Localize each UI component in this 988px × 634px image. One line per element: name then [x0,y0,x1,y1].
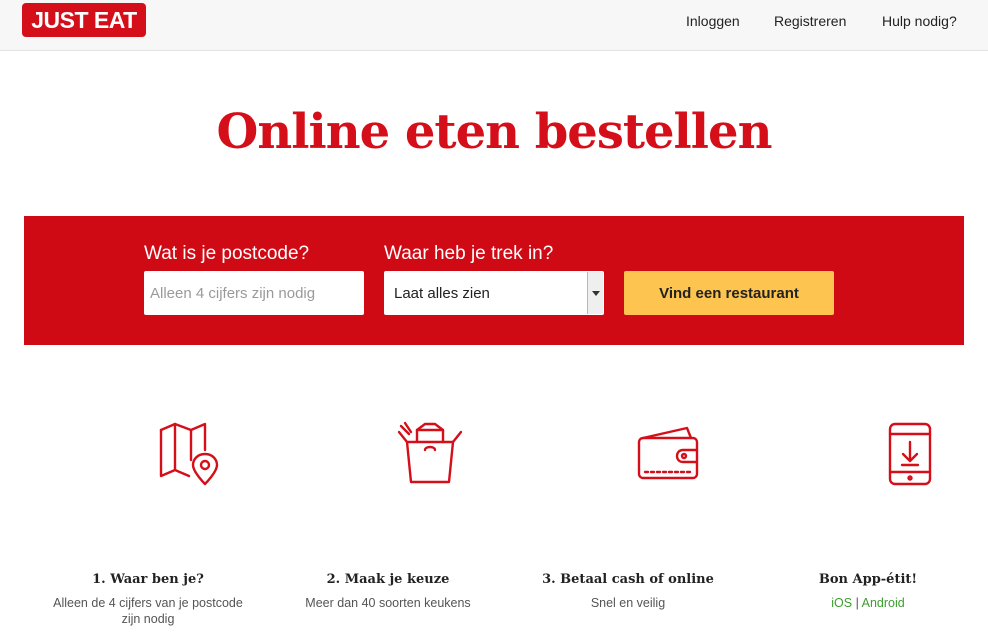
wallet-icon [580,420,760,486]
takeout-box-icon [340,420,520,486]
step-3-description: Snel en veilig [590,596,666,610]
top-header: JUST EAT Inloggen Registreren Hulp nodig… [0,0,988,51]
ios-link[interactable]: iOS [831,596,852,610]
step-3-title: 3. Betaal cash of online [542,572,714,587]
cuisine-label: Waar heb je trek in? [384,243,554,264]
dropdown-arrow-button[interactable] [587,272,603,314]
chevron-down-icon [592,291,600,296]
app-links: iOS | Android [768,595,968,611]
phone-download-icon [820,420,988,486]
register-link[interactable]: Registreren [774,13,846,29]
step-2-description: Meer dan 40 soorten keukens [305,596,471,610]
just-eat-logo[interactable]: JUST EAT [22,3,146,37]
step-1-description: Alleen de 4 cijfers van je postcode zijn… [53,596,243,626]
step-1-title: 1. Waar ben je? [92,572,204,587]
cuisine-selected-value: Laat alles zien [394,285,490,302]
step-2-title: 2. Maak je keuze [326,572,450,587]
find-restaurant-button[interactable]: Vind een restaurant [624,271,834,315]
link-separator: | [855,596,859,610]
android-link[interactable]: Android [862,596,905,610]
map-pin-icon [100,420,280,486]
page-title: Online eten bestellen [216,104,773,160]
app-title: Bon App-étit! [818,572,918,587]
cuisine-select[interactable]: Laat alles zien [384,271,604,315]
postcode-input[interactable] [144,271,364,315]
postcode-label: Wat is je postcode? [144,243,310,264]
help-link[interactable]: Hulp nodig? [882,13,957,29]
login-link[interactable]: Inloggen [686,13,740,29]
